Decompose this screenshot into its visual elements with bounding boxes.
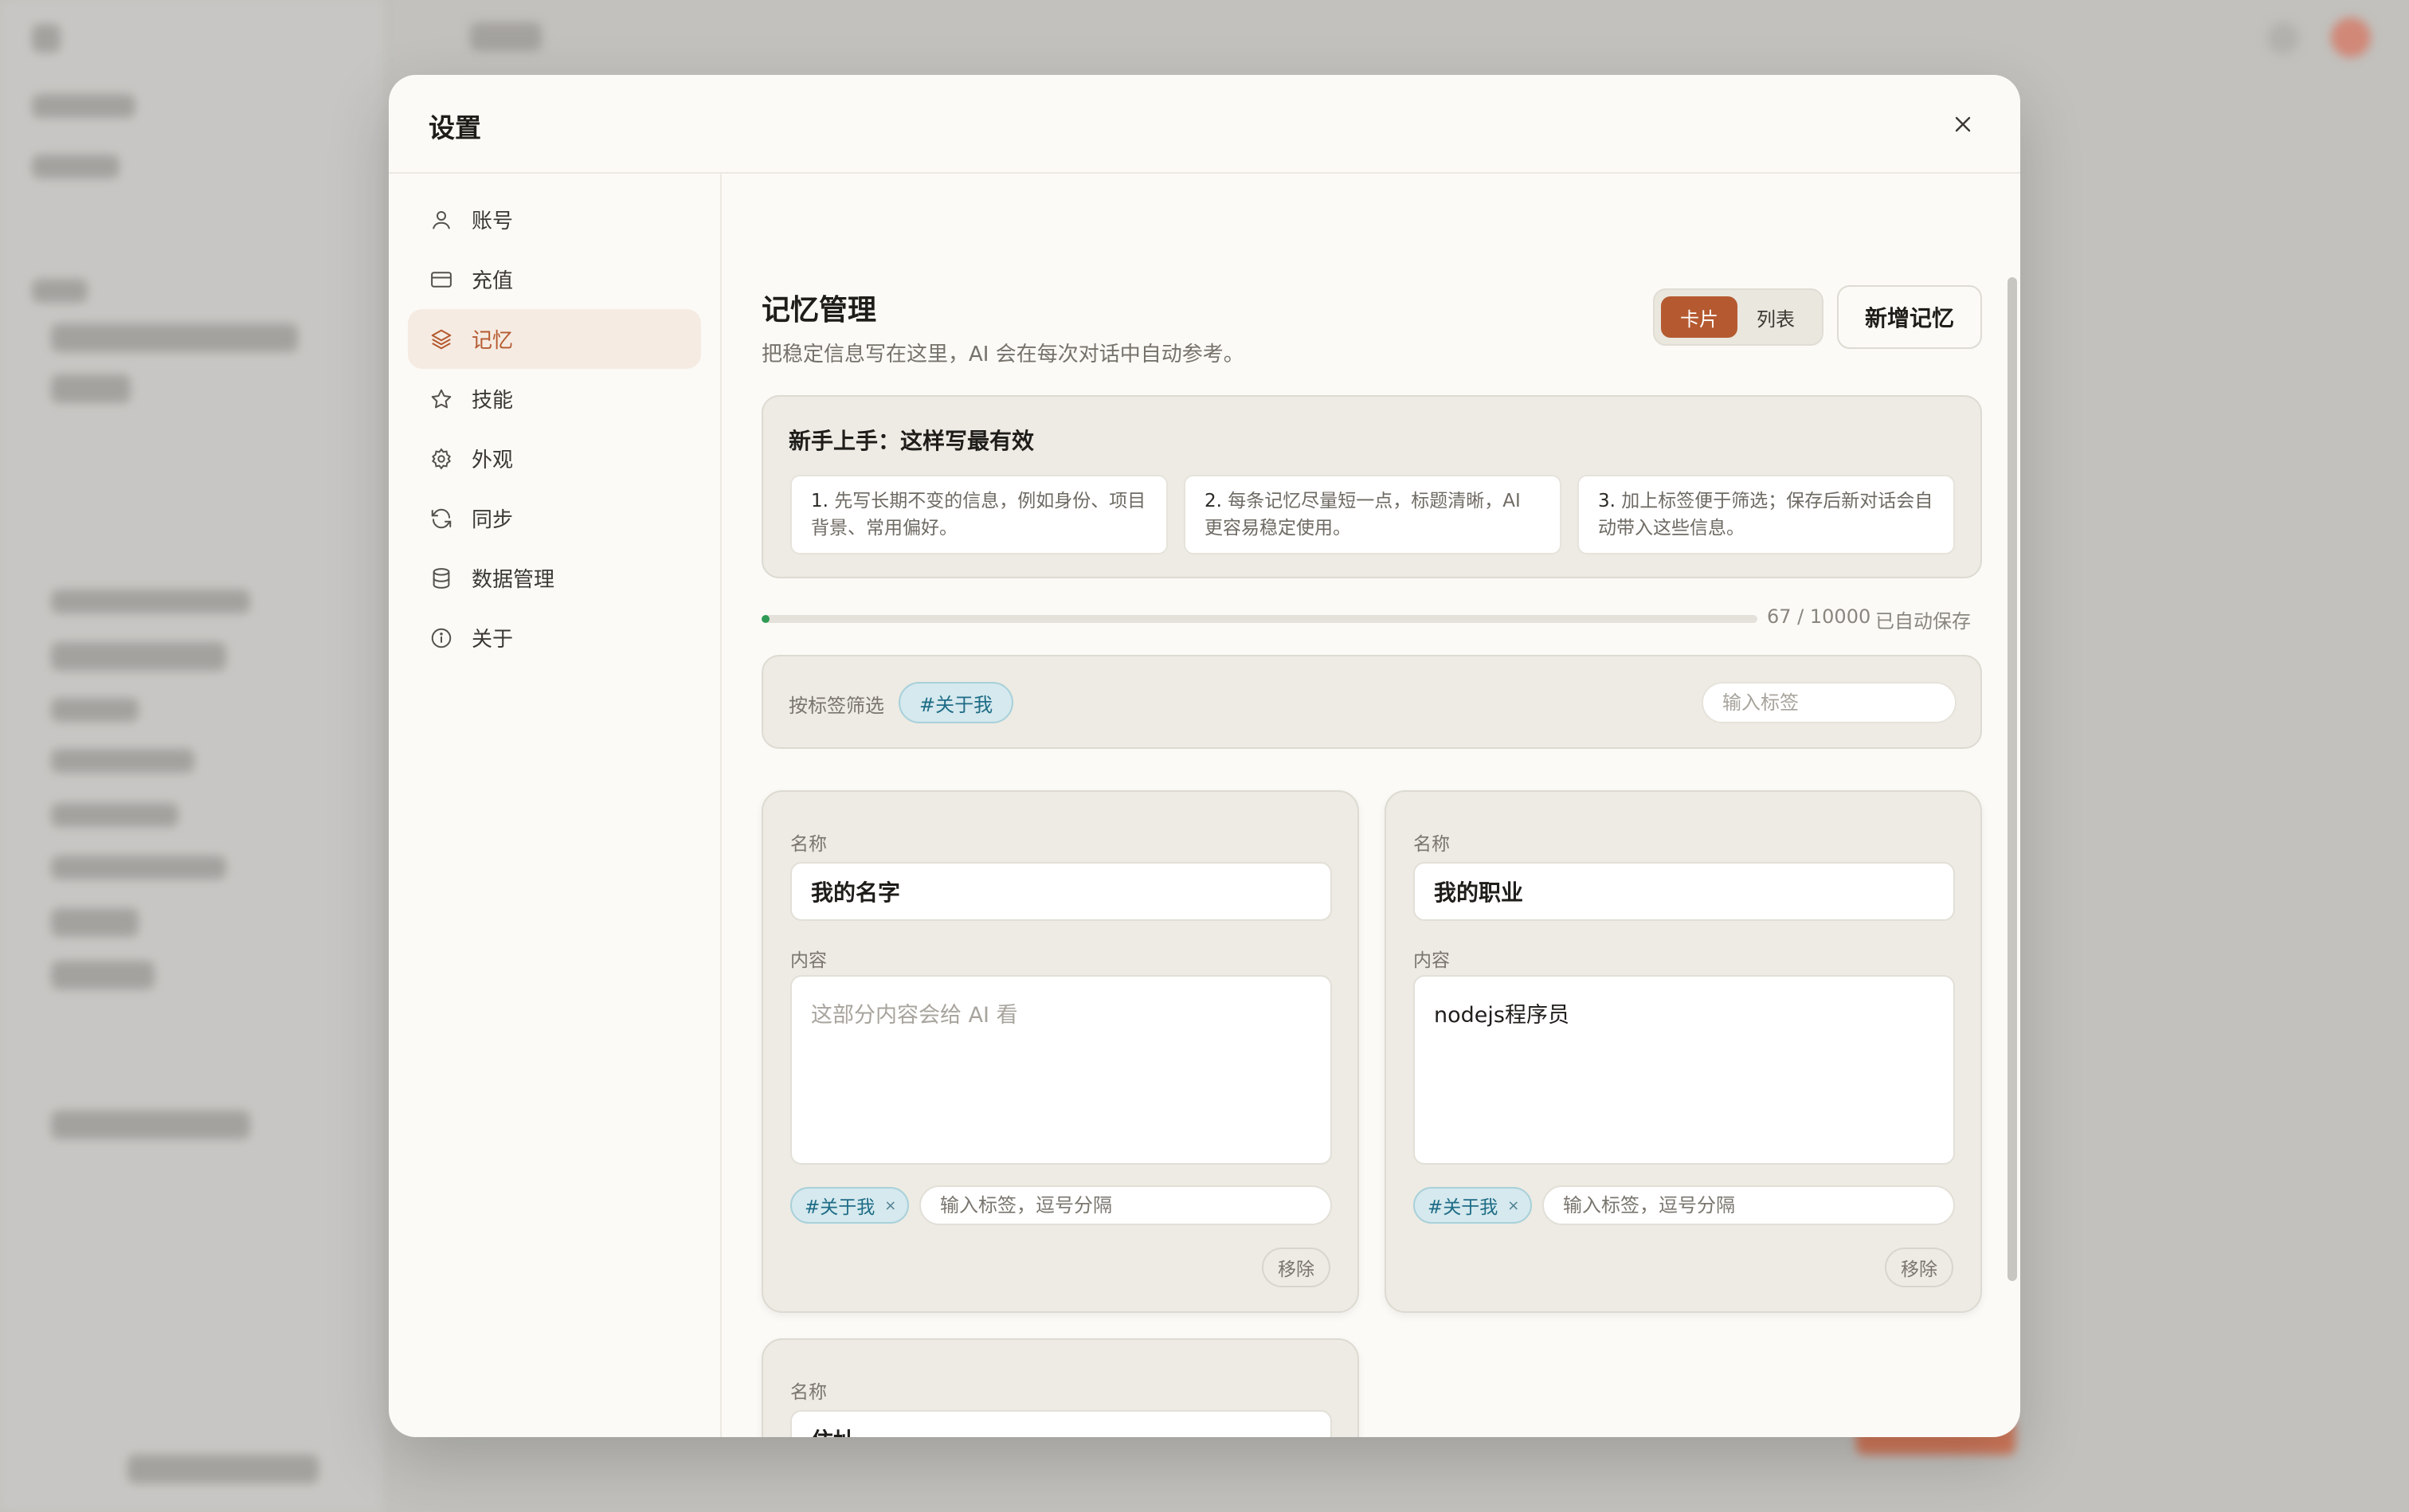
guide-tip: 2. 每条记忆尽量短一点，标题清晰，AI 更容易稳定使用。 <box>1184 475 1561 554</box>
view-card-option[interactable]: 卡片 <box>1661 296 1737 338</box>
memory-card: 名称 内容 <box>762 1338 1359 1437</box>
sidebar-item-skills[interactable]: 技能 <box>408 369 701 429</box>
remove-tag-icon[interactable]: × <box>884 1197 896 1214</box>
memory-card: 名称 内容 nodejs程序员 #关于我 × 移除 <box>1385 790 1982 1313</box>
sidebar-item-label: 同步 <box>472 508 514 532</box>
usage-count: 67 / 10000 <box>1767 605 1871 628</box>
memory-panel: 记忆管理 把稳定信息写在这里，AI 会在每次对话中自动参考。 卡片 列表 新增记… <box>723 174 2020 1437</box>
usage-progress-fill <box>762 615 770 623</box>
layers-icon <box>429 327 454 352</box>
name-label: 名称 <box>1413 834 1450 855</box>
getting-started-panel: 新手上手：这样写最有效 1. 先写长期不变的信息，例如身份、项目背景、常用偏好。… <box>762 395 1982 578</box>
tip-text: 先写长期不变的信息，例如身份、项目背景、常用偏好。 <box>811 491 1146 539</box>
view-toggle: 卡片 列表 <box>1653 288 1823 346</box>
sidebar-item-about[interactable]: 关于 <box>408 608 701 668</box>
star-icon <box>429 386 454 412</box>
settings-modal: 设置 账号 充值 记忆 技能 外观 同步 数据管理 关于 记忆管理 把稳定信息写… <box>389 75 2020 1437</box>
credit-card-icon <box>429 267 454 292</box>
remove-tag-icon[interactable]: × <box>1507 1197 1519 1214</box>
memory-content-input[interactable]: nodejs程序员 <box>1413 975 1955 1165</box>
tag-label: #关于我 <box>805 1197 875 1218</box>
tag-filter-panel: 按标签筛选 #关于我 <box>762 655 1982 749</box>
sidebar-item-label: 关于 <box>472 628 514 652</box>
page-subtitle: 把稳定信息写在这里，AI 会在每次对话中自动参考。 <box>762 343 1244 366</box>
usage-progress-bar <box>762 615 1757 623</box>
info-icon <box>429 625 454 651</box>
filter-tag-chip[interactable]: #关于我 <box>899 682 1014 723</box>
sidebar-item-label: 数据管理 <box>472 568 555 592</box>
memory-card: 名称 内容 #关于我 × 移除 <box>762 790 1359 1313</box>
page-title: 记忆管理 <box>762 294 877 327</box>
autosave-status: 已自动保存 <box>1875 610 1971 633</box>
add-memory-button[interactable]: 新增记忆 <box>1837 285 1982 349</box>
memory-tag-chip: #关于我 × <box>1413 1187 1533 1224</box>
memory-tag-chip: #关于我 × <box>790 1187 910 1224</box>
tip-text: 加上标签便于筛选；保存后新对话会自动带入这些信息。 <box>1598 491 1933 539</box>
sidebar-item-label: 账号 <box>472 210 514 233</box>
sync-icon <box>429 506 454 531</box>
memory-name-input[interactable] <box>1413 862 1955 921</box>
modal-title: 设置 <box>429 112 481 143</box>
memory-content-input[interactable] <box>790 975 1332 1165</box>
settings-sidebar: 账号 充值 记忆 技能 外观 同步 数据管理 关于 <box>389 174 722 1437</box>
tip-number: 3. <box>1598 491 1616 511</box>
database-icon <box>429 566 454 591</box>
view-list-option[interactable]: 列表 <box>1737 296 1814 338</box>
sidebar-item-label: 技能 <box>472 389 514 413</box>
sidebar-item-memory[interactable]: 记忆 <box>408 309 701 369</box>
sidebar-item-sync[interactable]: 同步 <box>408 488 701 548</box>
sidebar-item-label: 记忆 <box>472 329 514 353</box>
close-button[interactable] <box>1945 107 1980 142</box>
sidebar-item-recharge[interactable]: 充值 <box>408 249 701 309</box>
filter-label: 按标签筛选 <box>789 695 884 717</box>
sidebar-item-data-management[interactable]: 数据管理 <box>408 548 701 608</box>
guide-tip: 1. 先写长期不变的信息，例如身份、项目背景、常用偏好。 <box>790 475 1168 554</box>
tip-number: 1. <box>811 491 828 511</box>
scrollbar[interactable] <box>2007 277 2017 1281</box>
name-label: 名称 <box>790 1382 827 1403</box>
memory-tag-input[interactable] <box>919 1185 1332 1225</box>
sidebar-item-account[interactable]: 账号 <box>408 190 701 249</box>
memory-tag-input[interactable] <box>1542 1185 1955 1225</box>
memory-name-input[interactable] <box>790 862 1332 921</box>
modal-header: 设置 <box>389 75 2020 174</box>
user-icon <box>429 207 454 233</box>
content-label: 内容 <box>1413 950 1450 971</box>
tip-text: 每条记忆尽量短一点，标题清晰，AI 更容易稳定使用。 <box>1204 491 1521 539</box>
guide-tip: 3. 加上标签便于筛选；保存后新对话会自动带入这些信息。 <box>1577 475 1955 554</box>
remove-memory-button[interactable]: 移除 <box>1885 1248 1953 1287</box>
tag-label: #关于我 <box>1428 1197 1498 1218</box>
sidebar-item-appearance[interactable]: 外观 <box>408 429 701 488</box>
sidebar-item-label: 充值 <box>472 269 514 293</box>
filter-tag-input[interactable] <box>1702 682 1957 723</box>
name-label: 名称 <box>790 834 827 855</box>
close-icon <box>1955 116 1971 132</box>
guide-title: 新手上手：这样写最有效 <box>789 428 1035 454</box>
tip-number: 2. <box>1204 491 1222 511</box>
memory-name-input[interactable] <box>790 1410 1332 1437</box>
gear-icon <box>429 446 454 472</box>
content-label: 内容 <box>790 950 827 971</box>
sidebar-item-label: 外观 <box>472 449 514 472</box>
remove-memory-button[interactable]: 移除 <box>1262 1248 1330 1287</box>
